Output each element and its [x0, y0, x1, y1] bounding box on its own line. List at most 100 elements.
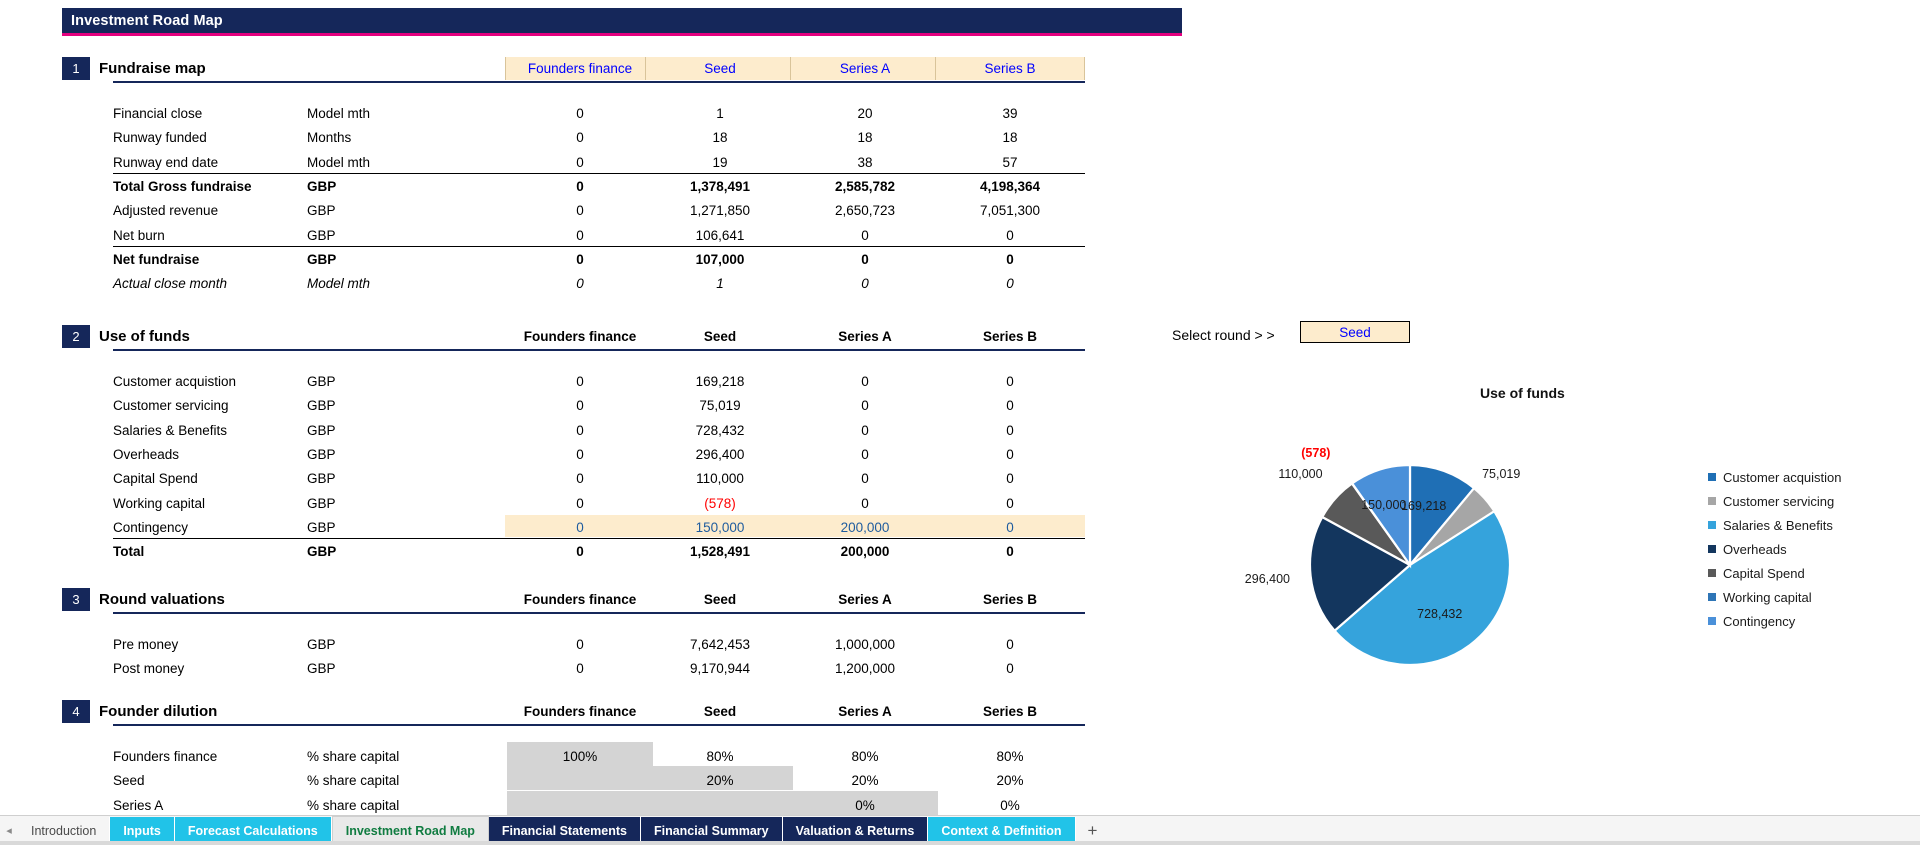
cell-value: 0 [576, 495, 584, 511]
cell-value[interactable]: 0 [935, 518, 1085, 538]
cell-value: 107,000 [695, 251, 745, 267]
row-label: Total Gross fundraise [113, 178, 252, 194]
bottom-strip [0, 841, 1920, 845]
pie-data-label: 75,019 [1482, 467, 1521, 482]
row-divider [113, 245, 1085, 247]
legend-item: Working capital [1708, 585, 1842, 609]
cell-value: 110,000 [696, 471, 744, 487]
legend-item: Capital Spend [1708, 561, 1842, 585]
row-unit: GBP [307, 203, 336, 219]
cell-value: 0 [576, 637, 584, 652]
cell-value: 0 [861, 495, 869, 511]
cell-value: 0 [861, 446, 869, 462]
section-number: 2 [62, 325, 90, 348]
legend-item: Contingency [1708, 609, 1842, 633]
cell-value: 200,000 [840, 544, 890, 560]
cell-value: 0 [576, 130, 584, 146]
row-unit: Model mth [307, 106, 371, 121]
cell-value: 38 [857, 154, 873, 170]
column-header-3: Series A [838, 704, 892, 719]
sheet-tab-forecast-calculations[interactable]: Forecast Calculations [174, 817, 332, 844]
sheet-tab-inputs[interactable]: Inputs [110, 817, 175, 844]
column-header-4[interactable]: Series B [935, 57, 1085, 80]
section-header-2: 2 Use of funds [62, 325, 190, 348]
cell-value: 0 [576, 544, 584, 560]
cell-value: 0% [855, 797, 875, 813]
pie-data-label: 728,432 [1417, 606, 1463, 621]
column-header-1: Founders finance [523, 329, 637, 344]
blocked-cell [647, 790, 793, 815]
section-header-1: 1 Fundraise map [62, 57, 206, 80]
column-header-4: Series B [982, 329, 1038, 344]
section-underline [113, 612, 1085, 614]
cell-value: 75,019 [699, 398, 741, 414]
spreadsheet-page: Investment Road Map 1 Fundraise map Founde… [0, 0, 1920, 845]
row-label: Contingency [113, 519, 189, 535]
row-label: Total [113, 544, 145, 560]
cell-value: 0 [1006, 422, 1014, 438]
cell-value: 39 [1002, 106, 1018, 121]
sheet-tab-context-definition[interactable]: Context & Definition [928, 817, 1076, 844]
sheet-tab-financial-summary[interactable]: Financial Summary [640, 817, 783, 844]
column-header-1[interactable]: Founders finance [505, 57, 655, 80]
pie-chart: 169,218 75,019 728,432 296,400 110,000 (578) 1… [1245, 446, 1540, 675]
row-unit: GBP [307, 178, 337, 194]
cell-value[interactable]: 0 [505, 518, 655, 538]
cell-value: 0 [576, 398, 584, 414]
sheet-tab-financial-statements[interactable]: Financial Statements [488, 817, 641, 844]
chart-legend: Customer acquistion Customer servicing Sal… [1708, 465, 1842, 633]
blocked-cell [507, 790, 653, 815]
cell-value: 0 [861, 227, 869, 243]
row-label: Runway funded [113, 130, 207, 146]
cell-value: 80% [706, 749, 734, 764]
pie-data-label: 150,000 [1361, 497, 1407, 512]
cell-value: 0 [861, 422, 869, 438]
cell-value: 0 [576, 203, 584, 219]
section-underline [113, 349, 1085, 351]
legend-swatch-icon [1708, 521, 1716, 529]
cell-value: 0% [1000, 797, 1020, 813]
section-header-3: 3 Round valuations [62, 588, 225, 611]
cell-value: 1,000,000 [834, 637, 896, 652]
cell-value: 57 [1002, 154, 1018, 170]
select-round-dropdown[interactable]: Seed [1300, 321, 1410, 343]
row-divider [113, 538, 1085, 540]
section-name: Fundraise map [99, 60, 206, 77]
legend-swatch-icon [1708, 545, 1716, 553]
cell-value: 7,642,453 [689, 637, 751, 652]
row-label: Overheads [113, 446, 180, 462]
cell-value: 1 [716, 106, 724, 121]
row-unit: GBP [307, 251, 337, 267]
row-label: Working capital [113, 495, 206, 511]
sheet-tab-valuation-returns[interactable]: Valuation & Returns [782, 817, 929, 844]
row-label: Adjusted revenue [113, 203, 219, 219]
cell-value: 0 [576, 251, 584, 267]
section-name: Use of funds [99, 328, 190, 345]
pie-data-label: 110,000 [1278, 466, 1323, 481]
cell-value: 0 [1006, 471, 1014, 487]
row-unit: Model mth [307, 276, 371, 292]
cell-value: 0 [576, 106, 584, 121]
cell-value: 7,051,300 [979, 203, 1041, 219]
cell-value: 0 [1006, 661, 1014, 677]
cell-value: 0 [861, 398, 869, 414]
legend-label: Contingency [1723, 613, 1796, 629]
cell-value[interactable]: 150,000 [645, 518, 795, 538]
row-unit: GBP [307, 446, 336, 462]
column-header-2[interactable]: Seed [645, 57, 795, 80]
sheet-tab-introduction[interactable]: Introduction [18, 817, 111, 844]
cell-value[interactable]: 200,000 [790, 518, 940, 538]
pie-data-label: 296,400 [1244, 571, 1290, 586]
legend-label: Salaries & Benefits [1723, 517, 1833, 533]
cell-value: 0 [576, 374, 584, 389]
column-header-3[interactable]: Series A [790, 57, 940, 80]
cell-value: 2,585,782 [834, 178, 896, 194]
cell-value: 9,170,944 [689, 661, 751, 677]
column-header-1: Founders finance [523, 592, 637, 607]
section-underline [113, 81, 1085, 83]
legend-item: Customer servicing [1708, 489, 1842, 513]
blocked-cell [507, 766, 653, 791]
cell-value: 1 [716, 276, 724, 292]
cell-value: 0 [861, 251, 869, 267]
row-label: Series A [113, 797, 164, 813]
